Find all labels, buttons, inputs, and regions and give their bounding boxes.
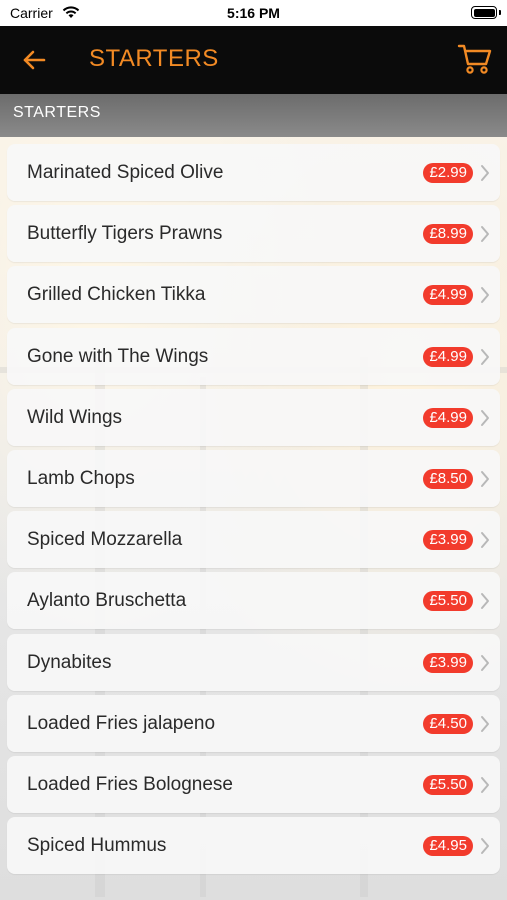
- menu-item-name: Spiced Hummus: [27, 835, 167, 857]
- price-badge: £8.50: [423, 469, 473, 489]
- menu-item-name: Gone with The Wings: [27, 345, 209, 367]
- menu-item[interactable]: Lamb Chops £8.50: [7, 450, 500, 507]
- menu-item[interactable]: Spiced Hummus £4.95: [7, 817, 500, 875]
- menu-item[interactable]: Loaded Fries jalapeno £4.50: [7, 694, 500, 752]
- cart-icon: [457, 44, 492, 74]
- chevron-right-icon: [481, 165, 489, 181]
- menu-item-name: Aylanto Bruschetta: [27, 590, 187, 612]
- menu-item[interactable]: Marinated Spiced Olive £2.99: [7, 144, 500, 201]
- price-badge: £4.99: [423, 407, 473, 428]
- chevron-right-icon: [481, 471, 489, 487]
- menu-item-name: Marinated Spiced Olive: [27, 162, 224, 183]
- clock: 5:16 PM: [227, 5, 280, 21]
- menu-item-name: Butterfly Tigers Prawns: [27, 223, 223, 245]
- price-badge: £2.99: [423, 163, 473, 183]
- menu-item-name: Wild Wings: [27, 406, 123, 428]
- chevron-right-icon: [481, 226, 489, 243]
- page-title: STARTERS: [89, 45, 219, 72]
- price-badge: £4.99: [423, 346, 473, 367]
- price-badge: £5.50: [423, 591, 473, 612]
- menu-item[interactable]: Wild Wings £4.99: [7, 388, 500, 446]
- price-badge: £4.95: [423, 836, 473, 857]
- price-badge: £5.50: [423, 775, 473, 795]
- menu-item[interactable]: Grilled Chicken Tikka £4.99: [7, 266, 500, 324]
- price-badge: £8.99: [423, 224, 473, 245]
- price-badge: £3.99: [423, 652, 473, 673]
- battery-icon: [471, 6, 497, 19]
- menu-item-name: Dynabites: [27, 651, 112, 673]
- chevron-right-icon: [481, 348, 489, 365]
- menu-item-name: Grilled Chicken Tikka: [27, 284, 206, 306]
- menu-item[interactable]: Aylanto Bruschetta £5.50: [7, 572, 500, 630]
- status-bar: Carrier 5:16 PM: [0, 0, 507, 26]
- chevron-right-icon: [481, 287, 489, 304]
- chevron-right-icon: [481, 532, 489, 549]
- battery-cap: [499, 10, 501, 15]
- menu-item-name: Lamb Chops: [27, 468, 135, 489]
- chevron-right-icon: [481, 593, 489, 610]
- back-button[interactable]: [18, 44, 52, 76]
- arrow-left-icon: [23, 50, 46, 70]
- menu-item-name: Spiced Mozzarella: [27, 529, 183, 551]
- chevron-right-icon: [481, 838, 489, 855]
- chevron-right-icon: [481, 654, 489, 671]
- chevron-right-icon: [481, 715, 489, 732]
- menu-item-name: Loaded Fries jalapeno: [27, 712, 216, 734]
- price-badge: £3.99: [423, 530, 473, 551]
- price-badge: £4.50: [423, 713, 473, 734]
- menu-item[interactable]: Gone with The Wings £4.99: [7, 327, 500, 385]
- menu-item[interactable]: Butterfly Tigers Prawns £8.99: [7, 205, 500, 263]
- cart-button[interactable]: [457, 41, 493, 77]
- section-header: STARTERS: [0, 94, 507, 137]
- chevron-right-icon: [481, 777, 489, 793]
- nav-bar: STARTERS: [0, 26, 507, 94]
- menu-item[interactable]: Loaded Fries Bolognese £5.50: [7, 756, 500, 813]
- chevron-right-icon: [481, 409, 489, 426]
- menu-item-name: Loaded Fries Bolognese: [27, 774, 233, 795]
- menu-item[interactable]: Dynabites £3.99: [7, 633, 500, 691]
- price-badge: £4.99: [423, 285, 473, 306]
- menu-item[interactable]: Spiced Mozzarella £3.99: [7, 511, 500, 569]
